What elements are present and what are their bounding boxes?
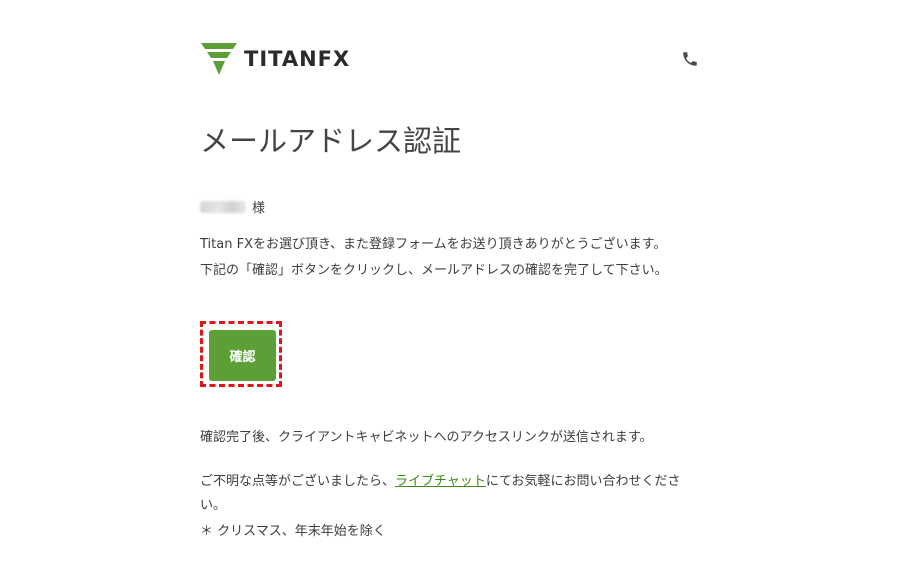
intro-line-2: 下記の「確認」ボタンをクリックし、メールアドレスの確認を完了して下さい。 — [200, 263, 668, 278]
contact-note: ご不明な点等がございましたら、ライブチャットにてお気軽にお問い合わせください。 — [200, 470, 700, 518]
contact-prefix: ご不明な点等がございましたら、 — [200, 474, 396, 489]
email-verification-page: TITANFX メールアドレス認証 様 Titan FXをお選び頂き、また登録フ… — [0, 0, 900, 586]
intro-line-1: Titan FXをお選び頂き、また登録フォームをお送り頂きありがとうございます。 — [200, 237, 667, 252]
brand-name: TITANFX — [244, 47, 351, 71]
intro-message: Titan FXをお選び頂き、また登録フォームをお送り頂きありがとうございます。… — [200, 232, 700, 284]
live-chat-link[interactable]: ライブチャット — [395, 474, 486, 489]
confirm-button[interactable]: 確認 — [209, 330, 276, 381]
page-title: メールアドレス認証 — [200, 124, 462, 158]
titanfx-logo: TITANFX — [200, 41, 350, 77]
greeting: 様 — [200, 197, 265, 216]
phone-icon[interactable] — [681, 50, 699, 68]
titanfx-shield-icon — [201, 43, 237, 75]
after-confirm-note: 確認完了後、クライアントキャビネットへのアクセスリンクが送信されます。 — [200, 430, 653, 445]
holiday-note: ＊ クリスマス、年末年始を除く — [200, 524, 386, 539]
honorific: 様 — [252, 201, 266, 216]
redacted-user-name — [200, 200, 246, 213]
